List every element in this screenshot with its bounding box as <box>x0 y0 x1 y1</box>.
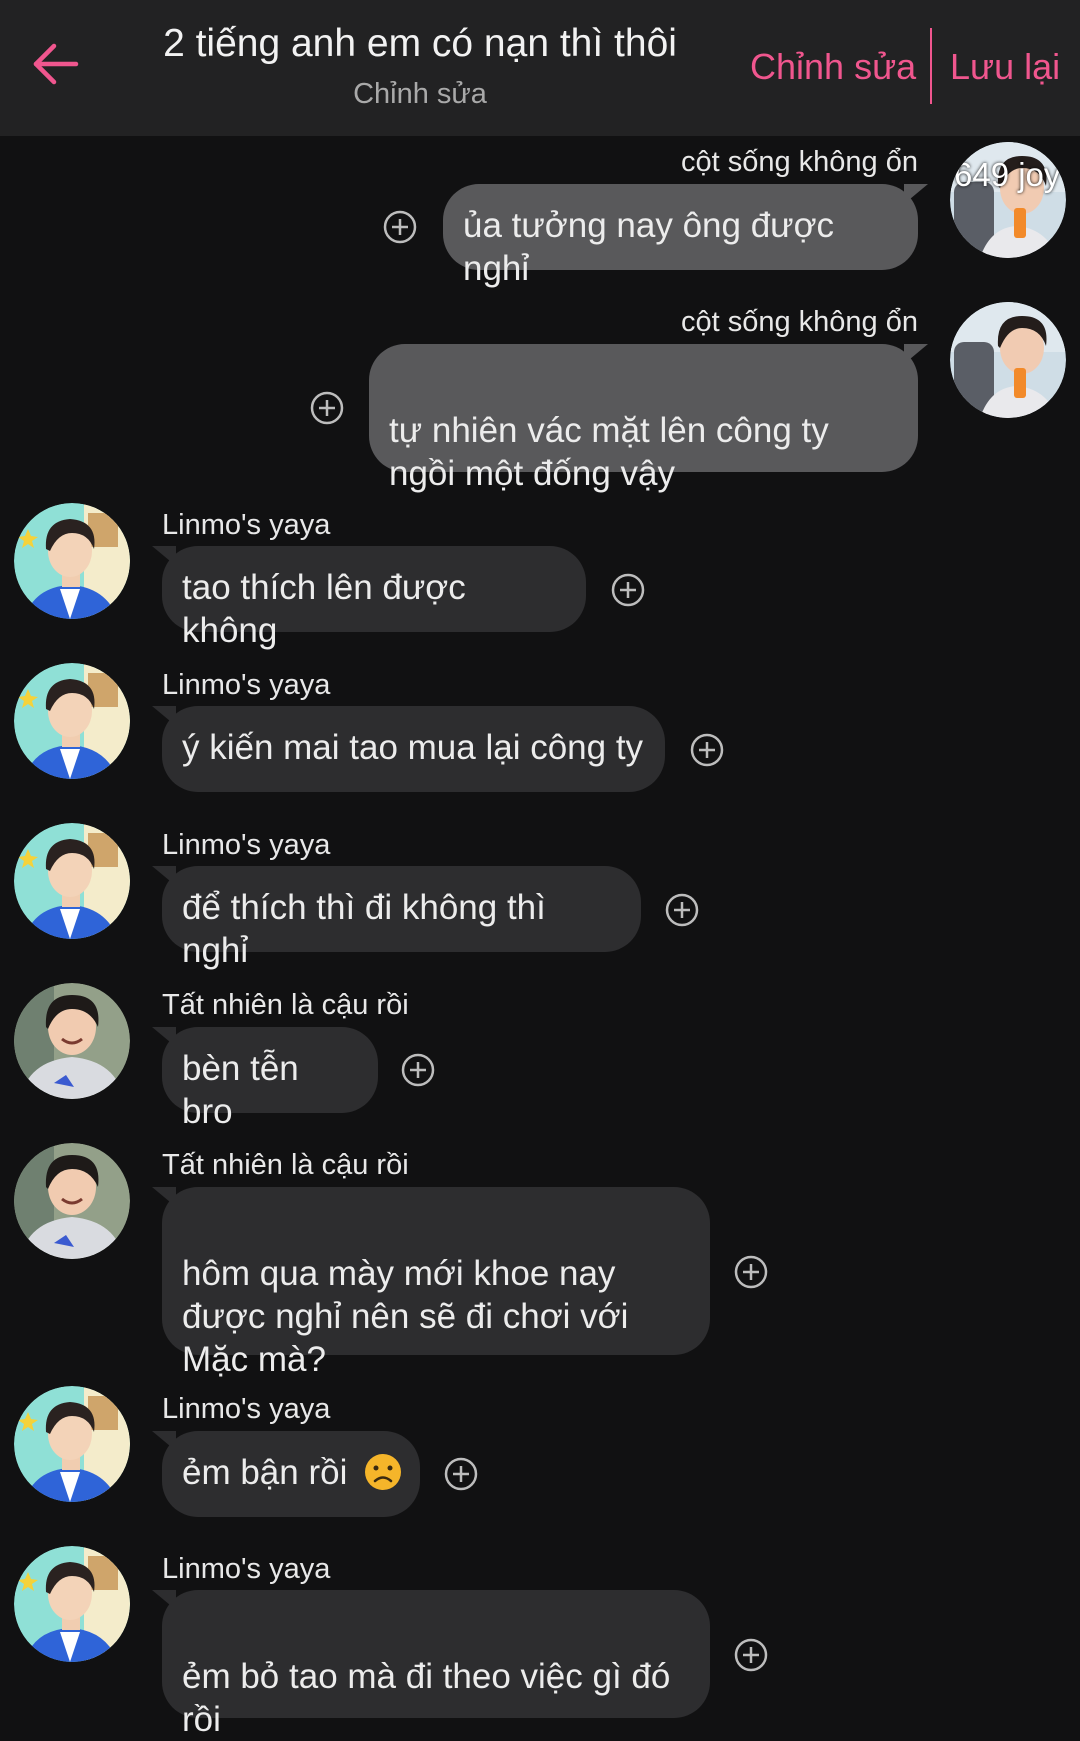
add-reaction-icon[interactable] <box>734 1638 768 1672</box>
message-bubble[interactable]: hôm qua mày mới khoe nay được nghỉ nên s… <box>152 1187 710 1379</box>
sender-name: Tất nhiên là cậu rồi <box>162 989 409 1021</box>
message-bubble[interactable]: để thích thì đi không thì nghỉ <box>152 866 641 970</box>
message-bubble[interactable]: ủa tưởng nay ông được nghỉ <box>443 184 928 288</box>
add-reaction-icon[interactable] <box>383 210 417 244</box>
avatar-image <box>14 663 130 779</box>
avatar[interactable] <box>14 1143 130 1259</box>
add-reaction-icon[interactable] <box>690 733 724 767</box>
message-text: ẻm bận rồi <box>182 1453 348 1492</box>
back-arrow-icon[interactable] <box>28 36 84 92</box>
avatar-image <box>950 302 1066 418</box>
message-bubble[interactable]: tự nhiên vác mặt lên công ty ngồi một đố… <box>369 344 928 493</box>
add-reaction-icon[interactable] <box>611 573 645 607</box>
sender-name: Linmo's yaya <box>162 1393 331 1425</box>
add-reaction-icon[interactable] <box>401 1053 435 1087</box>
avatar[interactable] <box>14 823 130 939</box>
avatar-image <box>14 823 130 939</box>
message-text: hôm qua mày mới khoe nay được nghỉ nên s… <box>182 1254 629 1379</box>
message-text: ủa tưởng nay ông được nghỉ <box>463 206 835 288</box>
sender-name: Linmo's yaya <box>162 1553 331 1585</box>
avatar[interactable] <box>14 1546 130 1662</box>
add-reaction-icon[interactable] <box>665 893 699 927</box>
sender-name: Linmo's yaya <box>162 669 331 701</box>
sender-name: Linmo's yaya <box>162 509 331 541</box>
page-subtitle: Chỉnh sửa <box>353 78 487 110</box>
message-bubble[interactable]: bèn tễn bro <box>152 1027 378 1131</box>
message-bubble[interactable]: ẻm bỏ tao mà đi theo việc gì đó rồi <box>152 1590 710 1739</box>
message-text: bèn tễn bro <box>182 1049 299 1131</box>
message-text: ý kiến mai tao mua lại công ty <box>182 728 644 767</box>
edit-button[interactable]: Chỉnh sửa <box>750 46 916 88</box>
sender-name: cột sống không ổn <box>680 146 918 178</box>
sender-name: cột sống không ổn <box>680 306 918 338</box>
avatar-image <box>14 1386 130 1502</box>
sender-name: Linmo's yaya <box>162 829 331 861</box>
save-button[interactable]: Lưu lại <box>950 46 1060 88</box>
header-divider <box>930 28 932 104</box>
message-text: tự nhiên vác mặt lên công ty ngồi một đố… <box>389 411 829 493</box>
avatar-label: 649 joy <box>954 156 1061 193</box>
message-text: ẻm bỏ tao mà đi theo việc gì đó rồi <box>182 1657 671 1739</box>
avatar[interactable]: 649 joy <box>950 142 1066 258</box>
avatar[interactable] <box>14 503 130 619</box>
avatar-image <box>14 983 130 1099</box>
message-text: để thích thì đi không thì nghỉ <box>182 888 546 970</box>
message-bubble[interactable]: ẻm bận rồi <box>152 1431 420 1517</box>
app-header: 2 tiếng anh em có nạn thì thôi Chỉnh sửa… <box>0 0 1080 136</box>
sender-name: Tất nhiên là cậu rồi <box>162 1149 409 1181</box>
avatar[interactable] <box>14 1386 130 1502</box>
avatar-image <box>14 1143 130 1259</box>
avatar-image <box>14 503 130 619</box>
add-reaction-icon[interactable] <box>310 391 344 425</box>
avatar[interactable] <box>950 302 1066 418</box>
avatar[interactable] <box>14 983 130 1099</box>
avatar-image <box>14 1546 130 1662</box>
message-text: tao thích lên được không <box>182 568 466 650</box>
message-bubble[interactable]: tao thích lên được không <box>152 546 586 650</box>
avatar[interactable] <box>14 663 130 779</box>
message-bubble[interactable]: ý kiến mai tao mua lại công ty <box>152 706 665 792</box>
add-reaction-icon[interactable] <box>444 1457 478 1491</box>
sad-face-emoji-icon <box>365 1454 402 1490</box>
page-title: 2 tiếng anh em có nạn thì thôi <box>163 22 677 65</box>
add-reaction-icon[interactable] <box>734 1255 768 1289</box>
